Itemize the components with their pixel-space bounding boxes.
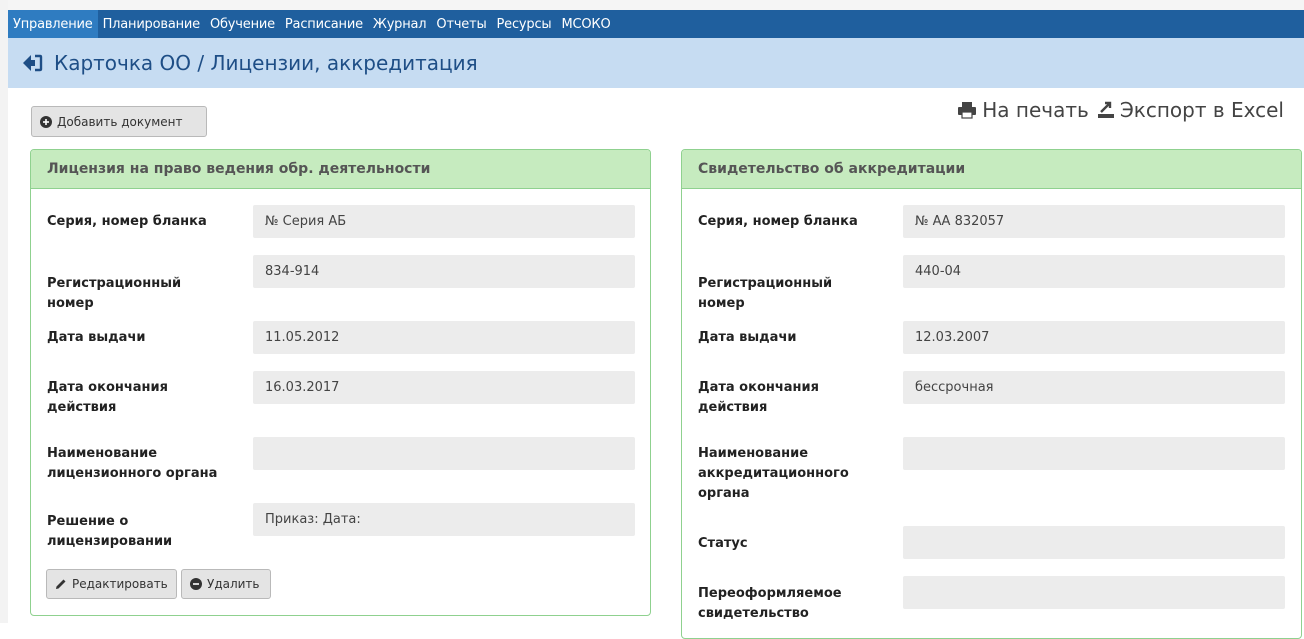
accreditation-authority-label: Наименование аккредитационного органа: [698, 446, 849, 501]
nav-item-msoko[interactable]: МСОКО: [557, 10, 616, 38]
accreditation-issue-date-value: 12.03.2007: [903, 321, 1285, 354]
window-top-edge: [0, 0, 1304, 10]
license-expiry-label: Дата окончания действия: [47, 380, 168, 415]
accreditation-regnum-label: Регистрационный номер: [698, 276, 833, 311]
edit-license-button[interactable]: Редактировать: [46, 569, 177, 599]
export-excel-button[interactable]: Экспорт в Excel: [1097, 98, 1284, 122]
license-regnum-value: 834-914: [253, 255, 635, 288]
nav-item-resources[interactable]: Ресурсы: [492, 10, 557, 38]
license-regnum-label: Регистрационный номер: [47, 276, 182, 311]
add-document-label: Добавить документ: [57, 114, 183, 129]
minus-circle-icon: [190, 578, 202, 590]
page-header: Карточка ОО / Лицензии, аккредитация: [8, 38, 1304, 88]
license-series-label: Серия, номер бланка: [47, 214, 207, 229]
printer-icon: [958, 102, 977, 119]
page-title: Карточка ОО / Лицензии, аккредитация: [54, 51, 478, 75]
print-button[interactable]: На печать: [957, 98, 1089, 122]
accreditation-issue-date-label: Дата выдачи: [698, 330, 797, 345]
add-document-button[interactable]: Добавить документ: [31, 106, 207, 137]
accreditation-status-label: Статус: [698, 536, 748, 551]
accreditation-panel-title: Свидетельство об аккредитации: [682, 150, 1301, 189]
print-label: На печать: [982, 98, 1089, 122]
accreditation-series-label: Серия, номер бланка: [698, 214, 858, 229]
license-panel-title: Лицензия на право ведения обр. деятельно…: [31, 150, 650, 189]
arrow-left-icon[interactable]: [20, 51, 44, 75]
plus-circle-icon: [40, 115, 52, 128]
pencil-icon: [55, 578, 67, 590]
license-issue-date-label: Дата выдачи: [47, 330, 146, 345]
delete-license-button[interactable]: Удалить: [181, 569, 271, 599]
nav-item-planning[interactable]: Планирование: [98, 10, 205, 38]
nav-item-reports[interactable]: Отчеты: [431, 10, 491, 38]
license-issue-date-value: 11.05.2012: [253, 321, 635, 354]
accreditation-reissued-value: [903, 576, 1285, 609]
window-left-edge: [0, 0, 8, 623]
accreditation-series-value: № АА 832057: [903, 205, 1285, 238]
nav-item-education[interactable]: Обучение: [205, 10, 280, 38]
accreditation-reissued-label: Переоформляемое свидетельство: [698, 586, 842, 621]
accreditation-status-value: [903, 526, 1285, 559]
main-navbar: Управление Планирование Обучение Расписа…: [8, 10, 1304, 38]
top-actions: На печать Экспорт в Excel: [951, 98, 1284, 122]
nav-item-schedule[interactable]: Расписание: [280, 10, 368, 38]
license-authority-label: Наименование лицензионного органа: [47, 446, 218, 481]
accreditation-regnum-value: 440-04: [903, 255, 1285, 288]
license-authority-value: [253, 437, 635, 470]
accreditation-panel: Свидетельство об аккредитации Серия, ном…: [681, 149, 1302, 639]
license-decision-value: Приказ: Дата:: [253, 503, 635, 536]
nav-item-journal[interactable]: Журнал: [368, 10, 432, 38]
license-panel: Лицензия на право ведения обр. деятельно…: [30, 149, 651, 616]
accreditation-expiry-value: бессрочная: [903, 371, 1285, 404]
license-expiry-value: 16.03.2017: [253, 371, 635, 404]
accreditation-expiry-label: Дата окончания действия: [698, 380, 819, 415]
edit-license-label: Редактировать: [72, 577, 168, 591]
export-label: Экспорт в Excel: [1119, 98, 1284, 122]
delete-license-label: Удалить: [207, 577, 260, 591]
license-decision-label: Решение о лицензировании: [47, 514, 173, 549]
license-series-value: № Серия АБ: [253, 205, 635, 238]
nav-item-management[interactable]: Управление: [8, 10, 98, 38]
export-icon: [1097, 101, 1114, 118]
accreditation-authority-value: [903, 437, 1285, 470]
